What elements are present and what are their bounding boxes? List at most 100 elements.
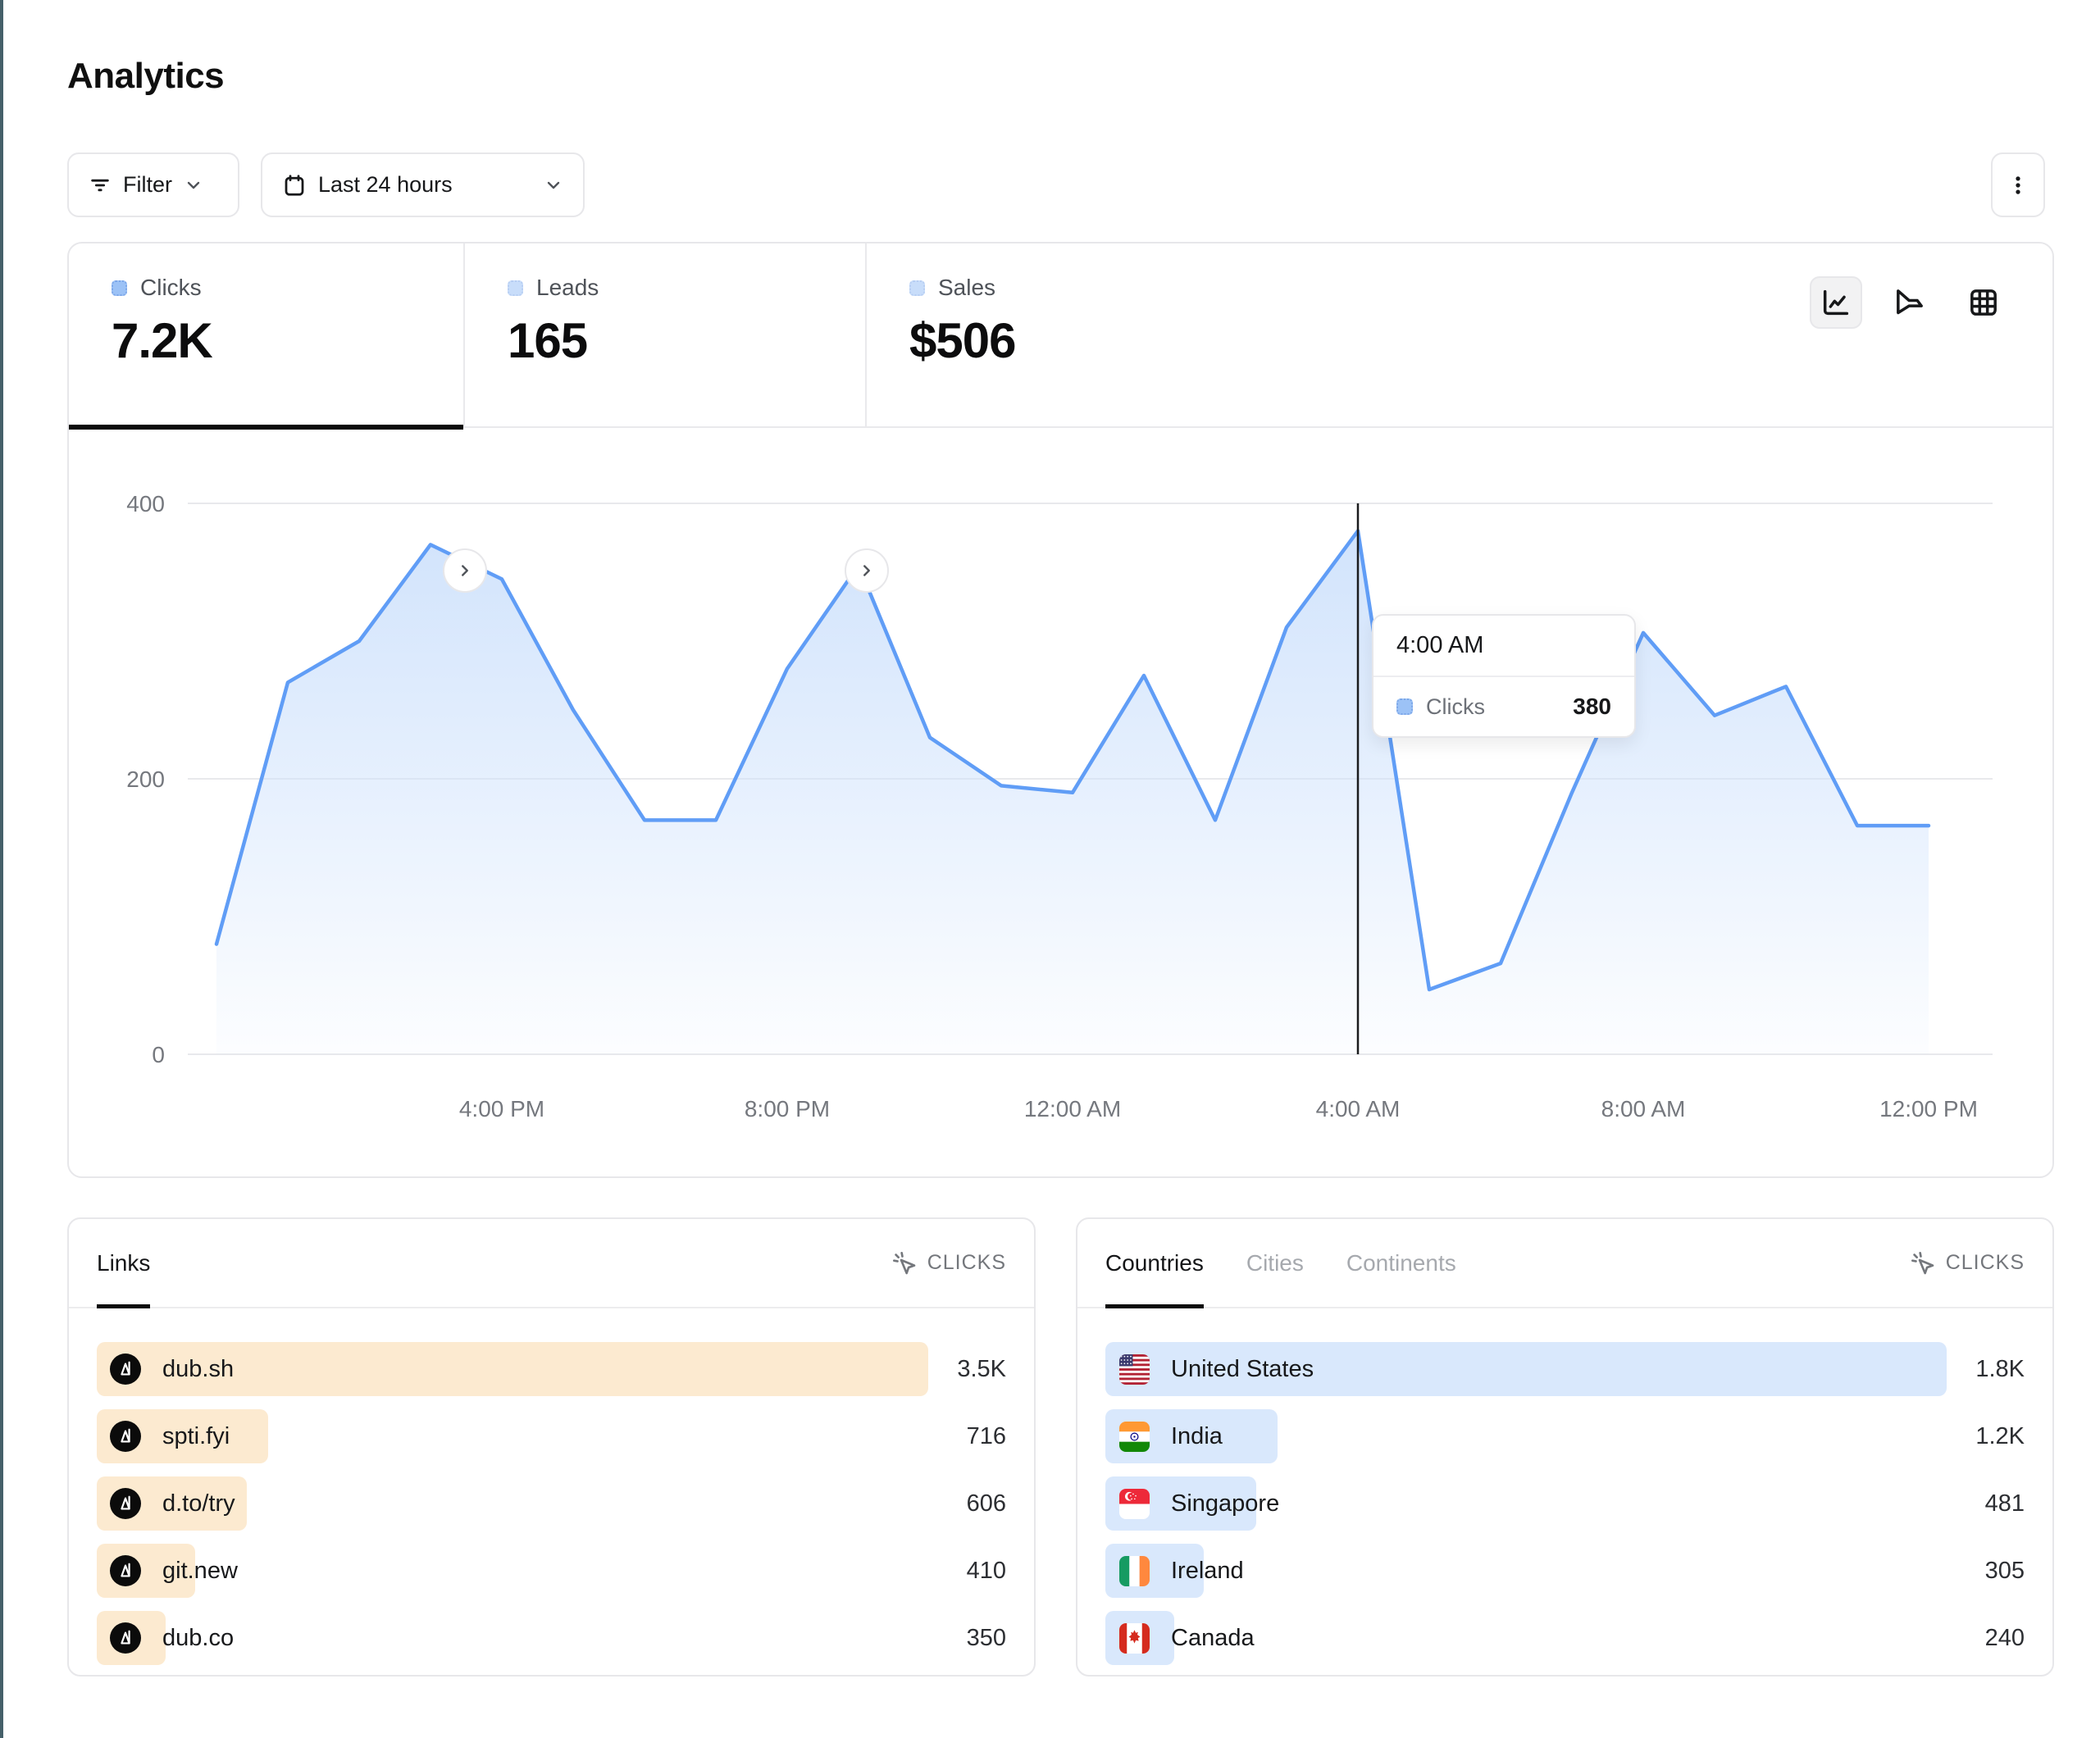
funnel-view-button[interactable] bbox=[1884, 276, 1936, 329]
x-axis-tick: 12:00 PM bbox=[1879, 1096, 1978, 1122]
more-options-button[interactable] bbox=[1991, 152, 2045, 217]
list-item-label: spti.fyi bbox=[162, 1423, 230, 1450]
filter-button[interactable]: Filter bbox=[67, 152, 239, 217]
tab-cities[interactable]: Cities bbox=[1246, 1219, 1304, 1307]
area-chart-canvas: 0 200 400 4:00 PM 8:00 PM 12:00 AM 4:00 AM 8:00… bbox=[69, 428, 2052, 1176]
x-axis-tick: 4:00 AM bbox=[1316, 1096, 1401, 1122]
chevron-down-icon bbox=[544, 175, 563, 195]
list-item-value: 716 bbox=[967, 1423, 1006, 1450]
list-item-label: d.to/try bbox=[162, 1490, 235, 1517]
leads-series-swatch bbox=[508, 280, 523, 296]
ie-flag-icon bbox=[1119, 1556, 1150, 1586]
stat-label: Sales bbox=[938, 275, 995, 301]
list-item[interactable]: spti.fyi 716 bbox=[97, 1409, 1006, 1463]
list-item-label: United States bbox=[1171, 1356, 1314, 1383]
dub-logo-icon bbox=[110, 1555, 141, 1586]
links-metric[interactable]: CLICKS bbox=[891, 1250, 1006, 1276]
list-item-label: Canada bbox=[1171, 1625, 1255, 1652]
y-axis-tick: 400 bbox=[126, 491, 165, 516]
stat-label: Leads bbox=[536, 275, 599, 301]
list-item[interactable]: d.to/try 606 bbox=[97, 1476, 1006, 1531]
expand-leads-button[interactable] bbox=[845, 548, 889, 593]
list-item-value: 3.5K bbox=[957, 1356, 1006, 1383]
stats-row: Clicks 7.2K Leads 165 Sales $506 bbox=[69, 243, 2052, 428]
countries-panel-header: Countries Cities Continents CLICKS bbox=[1077, 1219, 2052, 1308]
tab-continents[interactable]: Continents bbox=[1346, 1219, 1456, 1307]
chevron-down-icon bbox=[184, 175, 203, 195]
y-axis-tick: 200 bbox=[126, 767, 165, 792]
list-item-value: 606 bbox=[967, 1490, 1006, 1517]
list-item[interactable]: Singapore 481 bbox=[1105, 1476, 2025, 1531]
funnel-icon bbox=[1893, 286, 1926, 319]
dub-logo-icon bbox=[110, 1622, 141, 1654]
list-item-value: 410 bbox=[967, 1558, 1006, 1585]
window-edge bbox=[0, 0, 3, 1738]
x-axis-tick: 4:00 PM bbox=[459, 1096, 544, 1122]
line-chart-view-button[interactable] bbox=[1810, 276, 1862, 329]
list-item-label: dub.co bbox=[162, 1625, 234, 1652]
metric-label: CLICKS bbox=[927, 1251, 1006, 1275]
tooltip-series-swatch bbox=[1396, 698, 1413, 715]
tab-sales[interactable]: Sales $506 bbox=[867, 243, 1269, 428]
us-flag-icon bbox=[1119, 1354, 1150, 1385]
list-item[interactable]: Ireland 305 bbox=[1105, 1544, 2025, 1598]
chart-tooltip: 4:00 AM Clicks 380 bbox=[1372, 614, 1636, 738]
stat-value: $506 bbox=[909, 312, 1269, 369]
dub-logo-icon bbox=[110, 1421, 141, 1452]
tab-clicks[interactable]: Clicks 7.2K bbox=[69, 243, 465, 428]
list-item-label: India bbox=[1171, 1423, 1223, 1450]
analytics-page: Analytics Filter Last 24 hours bbox=[0, 0, 2100, 1738]
x-axis-tick: 8:00 AM bbox=[1601, 1096, 1686, 1122]
list-item[interactable]: United States 1.8K bbox=[1105, 1342, 2025, 1396]
countries-list: United States 1.8K India 1.2K Singapore … bbox=[1105, 1342, 2025, 1665]
links-panel: Links CLICKS dub.sh 3.5K spti.fyi 716 d.… bbox=[67, 1217, 1036, 1677]
tab-countries[interactable]: Countries bbox=[1105, 1219, 1204, 1307]
chevron-right-icon bbox=[858, 562, 876, 580]
cursor-click-icon bbox=[1910, 1250, 1936, 1276]
dub-logo-icon bbox=[110, 1488, 141, 1519]
tab-leads[interactable]: Leads 165 bbox=[465, 243, 867, 428]
tooltip-value: 380 bbox=[1573, 694, 1611, 720]
stat-value: 165 bbox=[508, 312, 865, 369]
countries-metric[interactable]: CLICKS bbox=[1910, 1250, 2025, 1276]
links-panel-header: Links CLICKS bbox=[69, 1219, 1034, 1308]
list-item-value: 240 bbox=[1985, 1625, 2025, 1652]
sg-flag-icon bbox=[1119, 1489, 1150, 1519]
list-item-value: 305 bbox=[1985, 1558, 2025, 1585]
analytics-chart-card: Clicks 7.2K Leads 165 Sales $506 bbox=[67, 242, 2054, 1178]
list-item-value: 481 bbox=[1985, 1490, 2025, 1517]
sales-series-swatch bbox=[909, 280, 925, 296]
list-item[interactable]: Canada 240 bbox=[1105, 1611, 2025, 1665]
ca-flag-icon bbox=[1119, 1623, 1150, 1654]
metric-label: CLICKS bbox=[1946, 1251, 2025, 1275]
dub-logo-icon bbox=[110, 1354, 141, 1385]
list-item-label: Ireland bbox=[1171, 1558, 1244, 1585]
page-title: Analytics bbox=[67, 56, 224, 97]
list-item-label: git.new bbox=[162, 1558, 238, 1585]
x-axis-tick: 8:00 PM bbox=[745, 1096, 830, 1122]
tab-links[interactable]: Links bbox=[97, 1219, 150, 1307]
chevron-right-icon bbox=[456, 562, 474, 580]
list-item[interactable]: dub.co 350 bbox=[97, 1611, 1006, 1665]
list-item-value: 350 bbox=[967, 1625, 1006, 1652]
table-view-button[interactable] bbox=[1957, 276, 2010, 329]
cursor-click-icon bbox=[891, 1250, 918, 1276]
tooltip-series-label: Clicks bbox=[1426, 694, 1560, 720]
in-flag-icon bbox=[1119, 1422, 1150, 1452]
clicks-timeseries-chart[interactable]: 0 200 400 4:00 PM 8:00 PM 12:00 AM 4:00 AM 8:00… bbox=[69, 428, 2052, 1176]
list-item[interactable]: git.new 410 bbox=[97, 1544, 1006, 1598]
list-item[interactable]: dub.sh 3.5K bbox=[97, 1342, 1006, 1396]
kebab-menu-icon bbox=[2006, 173, 2030, 198]
list-item-value: 1.2K bbox=[1975, 1423, 2025, 1450]
filter-label: Filter bbox=[123, 172, 172, 198]
date-range-button[interactable]: Last 24 hours bbox=[261, 152, 585, 217]
list-item-value: 1.8K bbox=[1975, 1356, 2025, 1383]
y-axis-tick: 0 bbox=[152, 1042, 165, 1067]
x-axis-tick: 12:00 AM bbox=[1024, 1096, 1121, 1122]
line-chart-icon bbox=[1820, 286, 1852, 319]
list-item-label: dub.sh bbox=[162, 1356, 234, 1383]
list-item[interactable]: India 1.2K bbox=[1105, 1409, 2025, 1463]
filter-icon bbox=[89, 174, 112, 197]
stat-label: Clicks bbox=[140, 275, 202, 301]
expand-clicks-button[interactable] bbox=[443, 548, 487, 593]
